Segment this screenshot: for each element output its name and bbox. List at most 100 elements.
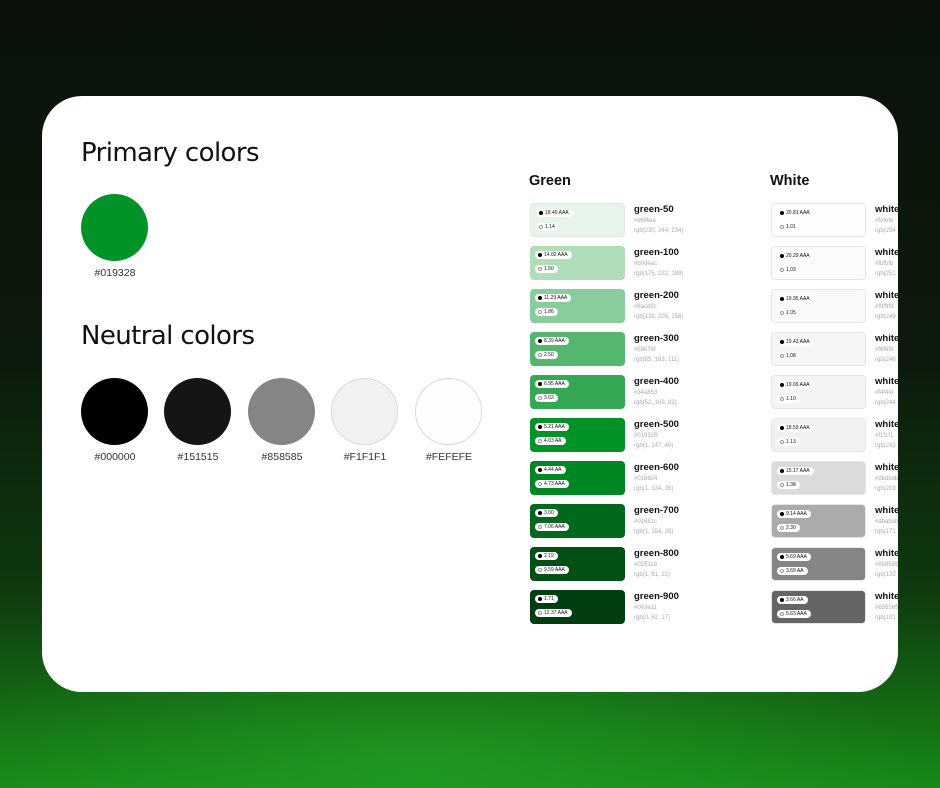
contrast-value: 3.02 (544, 395, 554, 401)
white-dot-icon (780, 267, 784, 272)
contrast-value: 2.19 (544, 553, 554, 559)
white-shade-chip: 18.59 AAA 1.13 (771, 418, 866, 452)
contrast-white-badge: 2.30 (777, 524, 800, 532)
shade-rgb: rgb(246 (875, 357, 896, 363)
white-dot-icon (780, 439, 784, 444)
contrast-black-badge: 11.29 AAA (535, 294, 572, 302)
contrast-value: 4.03 AA (544, 438, 562, 444)
white-dot-icon (780, 525, 784, 530)
shade-name: white (875, 247, 898, 258)
neutral-swatch (164, 378, 231, 445)
shade-name: green-400 (634, 376, 679, 387)
contrast-value: 4.44 AA (544, 467, 562, 473)
white-dot-icon (780, 310, 784, 315)
green-shade-chip: 6.95 AAA 3.02 (530, 375, 625, 409)
style-guide-card: Primary colors #019328 Neutral colors #0… (42, 96, 898, 692)
black-dot-icon (780, 210, 784, 215)
shade-rgb: rgb(1, 134, 36) (634, 486, 674, 492)
contrast-value: 9.59 AAA (544, 567, 565, 573)
contrast-white-badge: 4.73 AAA (535, 480, 569, 488)
green-shade-chip: 11.29 AAA 1.86 (530, 289, 625, 323)
green-shade-chip: 1.71 12.37 AAA (530, 590, 625, 624)
shade-hex: #01932B (634, 433, 659, 439)
shade-hex: #dbdbdb (875, 476, 898, 482)
shade-name: green-900 (634, 591, 679, 602)
contrast-white-badge: 1.86 (535, 308, 558, 316)
white-palette: 20.81 AAA 1.01 white #fefefe rgb(254 20.29 AA… (771, 203, 898, 633)
white-shade-chip: 15.17 AAA 1.38 (771, 461, 866, 495)
white-dot-icon (538, 567, 542, 572)
shade-hex: #b0deac (634, 261, 658, 267)
white-dot-icon (780, 482, 784, 487)
white-dot-icon (780, 396, 784, 401)
shade-rgb: rgb(249 (875, 314, 896, 320)
shade-hex: #003e11 (634, 605, 657, 611)
neutral-swatch (248, 378, 315, 445)
contrast-value: 9.14 AAA (786, 511, 807, 517)
shade-hex: #fefefe (875, 218, 894, 224)
contrast-value: 19.43 AAA (786, 339, 810, 345)
contrast-value: 19.95 AAA (786, 296, 810, 302)
contrast-white-badge: 4.03 AA (535, 437, 566, 445)
shade-hex: #018624 (634, 476, 658, 482)
white-palette-title: White (770, 173, 810, 189)
neutral-swatch-label: #FEFEFE (425, 451, 473, 463)
shade-rgb: rgb(1, 147, 40) (634, 443, 674, 449)
white-shade-chip: 20.81 AAA 1.01 (771, 203, 866, 237)
contrast-value: 3.00 (544, 510, 554, 516)
shade-hex: #858585 (875, 562, 898, 568)
black-dot-icon (780, 339, 784, 344)
contrast-black-badge: 20.81 AAA (777, 209, 814, 217)
contrast-value: 2.30 (786, 525, 796, 531)
shade-rgb: rgb(254 (875, 228, 896, 234)
contrast-black-badge: 18.49 AAA (536, 209, 573, 217)
contrast-value: 1.86 (544, 309, 554, 315)
white-dot-icon (780, 568, 784, 573)
contrast-value: 20.81 AAA (786, 210, 810, 216)
contrast-value: 5.63 AAA (786, 611, 807, 617)
contrast-white-badge: 1.13 (777, 438, 800, 446)
white-shade-chip: 3.66 AA 5.63 AAA (771, 590, 866, 624)
primary-swatch-label: #019328 (94, 267, 136, 279)
black-dot-icon (780, 253, 784, 258)
green-shade-chip: 2.19 9.59 AAA (530, 547, 625, 581)
shade-rgb: rgb(0, 62, 17) (634, 615, 671, 621)
contrast-value: 1.14 (545, 224, 555, 230)
green-shade-chip: 14.02 AAA 1.50 (530, 246, 625, 280)
green-shade-chip: 3.00 7.06 AAA (530, 504, 625, 538)
shade-name: white (875, 462, 898, 473)
contrast-black-badge: 5.69 AAA (777, 553, 811, 561)
neutral-swatch (331, 378, 398, 445)
white-dot-icon (538, 266, 542, 271)
shade-rgb: rgb(52, 169, 83) (634, 400, 677, 406)
shade-hex: #f1f1f1 (875, 433, 894, 439)
shade-name: white (875, 419, 898, 430)
shade-rgb: rgb(219 (875, 486, 896, 492)
contrast-white-badge: 1.01 (777, 223, 800, 231)
black-dot-icon (538, 381, 542, 386)
contrast-white-badge: 3.02 (535, 394, 558, 402)
shade-name: green-200 (634, 290, 679, 301)
contrast-value: 1.03 (786, 267, 796, 273)
contrast-value: 1.08 (786, 353, 796, 359)
contrast-black-badge: 3.00 (535, 509, 558, 517)
green-palette-title: Green (529, 173, 571, 189)
contrast-value: 8.39 AAA (544, 338, 565, 344)
shade-name: green-50 (634, 204, 674, 215)
contrast-white-badge: 2.50 (535, 351, 558, 359)
white-dot-icon (539, 224, 543, 229)
shade-name: green-800 (634, 548, 679, 559)
contrast-value: 4.73 AAA (544, 481, 565, 487)
contrast-black-badge: 19.95 AAA (777, 295, 814, 303)
white-dot-icon (538, 481, 542, 486)
contrast-value: 3.66 AA (786, 597, 804, 603)
shade-name: green-600 (634, 462, 679, 473)
white-dot-icon (538, 395, 542, 400)
contrast-white-badge: 1.38 (777, 481, 800, 489)
shade-name: green-100 (634, 247, 679, 258)
contrast-black-badge: 18.59 AAA (777, 424, 814, 432)
contrast-black-badge: 1.71 (535, 595, 558, 603)
contrast-white-badge: 9.59 AAA (535, 566, 569, 574)
shade-name: white (875, 333, 898, 344)
black-dot-icon (538, 252, 542, 257)
